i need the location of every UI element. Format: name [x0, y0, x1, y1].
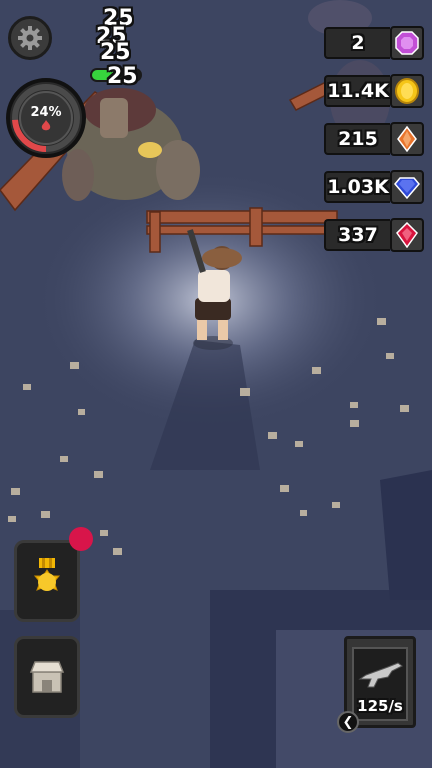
resource-value: 1.03K — [324, 171, 390, 203]
resource-blue-diamond: 1.03K — [324, 169, 424, 205]
gauge-percent: 24% — [30, 104, 62, 120]
weapon-collapse-button[interactable]: ❮ — [337, 711, 359, 733]
resource-value: 2 — [324, 27, 390, 59]
settings-button[interactable] — [8, 16, 52, 60]
resource-red-ruby: 337 — [324, 217, 424, 253]
damage-number: 25 — [107, 64, 138, 89]
blue-diamond-icon — [390, 170, 424, 204]
resource-gold-coin: 11.4K — [324, 73, 424, 109]
flame-icon — [41, 119, 51, 130]
resource-value: 337 — [324, 219, 390, 251]
shop-button[interactable] — [14, 636, 80, 718]
power-gauge: 24% — [6, 78, 86, 158]
purple-gem-icon — [390, 26, 424, 60]
resource-orange-crystal: 215 — [324, 121, 424, 157]
chevron-left-icon: ❮ — [342, 714, 354, 730]
weapon-screen: 125/s — [352, 647, 408, 721]
notification-badge — [69, 527, 93, 551]
shop-icon — [29, 661, 65, 693]
gear-icon — [18, 26, 42, 50]
achievements-button[interactable] — [14, 540, 80, 622]
assault-rifle-icon — [358, 662, 403, 688]
orange-crystal-icon — [390, 122, 424, 156]
resource-value: 11.4K — [324, 75, 390, 107]
gold-coin-icon — [390, 74, 424, 108]
red-ruby-icon — [390, 218, 424, 252]
fire-rate-label: 125/s — [357, 697, 403, 715]
medal-icon — [33, 558, 61, 591]
resource-value: 215 — [324, 123, 390, 155]
damage-number: 25 — [100, 40, 131, 65]
resource-purple-gem: 2 — [324, 25, 424, 61]
